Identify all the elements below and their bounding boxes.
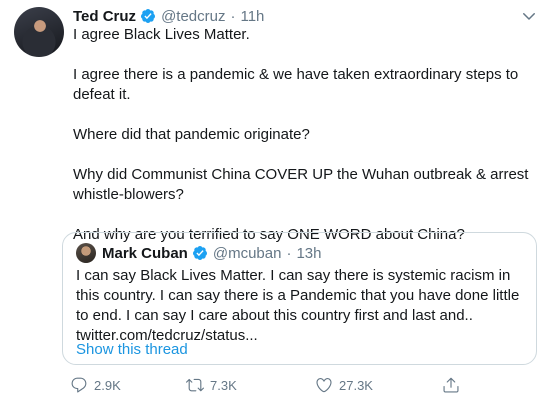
like-count: 27.3K <box>339 377 373 393</box>
tweet-card[interactable]: Ted Cruz @tedcruz · 11h I agree Black Li… <box>0 0 554 402</box>
tweet-paragraph: I agree Black Lives Matter. <box>73 26 250 43</box>
retweet-button[interactable]: 7.3K <box>186 376 237 394</box>
meta-separator: · <box>286 244 292 262</box>
show-thread-link[interactable]: Show this thread <box>76 341 188 358</box>
author-avatar[interactable] <box>14 7 64 57</box>
chevron-down-icon[interactable] <box>520 7 538 25</box>
retweet-icon <box>186 378 204 392</box>
retweet-count: 7.3K <box>210 377 237 393</box>
quoted-tweet-text: I can say Black Lives Matter. I can say … <box>76 266 531 346</box>
quoted-author-avatar <box>76 243 96 263</box>
tweet-time[interactable]: 11h <box>240 8 264 25</box>
quoted-tweet-header: Mark Cuban @mcuban · 13h <box>76 242 321 264</box>
author-name[interactable]: Ted Cruz <box>73 8 136 25</box>
like-button[interactable]: 27.3K <box>315 376 373 394</box>
tweet-header: Ted Cruz @tedcruz · 11h <box>73 6 264 26</box>
author-handle[interactable]: @tedcruz <box>161 8 225 25</box>
verified-badge-icon <box>141 9 156 23</box>
quoted-author-name: Mark Cuban <box>102 244 188 262</box>
tweet-paragraph: Why did Communist China COVER UP the Wuh… <box>73 166 529 203</box>
tweet-paragraph: I agree there is a pandemic & we have ta… <box>73 66 519 103</box>
share-icon <box>443 377 459 393</box>
meta-separator: · <box>230 7 236 25</box>
tweet-paragraph: Where did that pandemic originate? <box>73 126 310 143</box>
share-button[interactable] <box>442 376 466 394</box>
verified-badge-icon <box>192 246 207 260</box>
tweet-body: I agree Black Lives Matter. I agree ther… <box>73 25 538 265</box>
quoted-tweet[interactable]: Mark Cuban @mcuban · 13h I can say Black… <box>62 232 537 365</box>
reply-icon <box>71 377 87 393</box>
heart-icon <box>316 378 332 393</box>
quoted-tweet-body: I can say Black Lives Matter. I can say … <box>76 267 520 324</box>
reply-button[interactable]: 2.9K <box>70 376 121 394</box>
reply-count: 2.9K <box>94 377 121 393</box>
tweet-actions: 2.9K 7.3K 27.3K <box>70 376 540 398</box>
quoted-tweet-time: 13h <box>296 244 322 262</box>
quoted-author-handle: @mcuban <box>212 244 282 262</box>
